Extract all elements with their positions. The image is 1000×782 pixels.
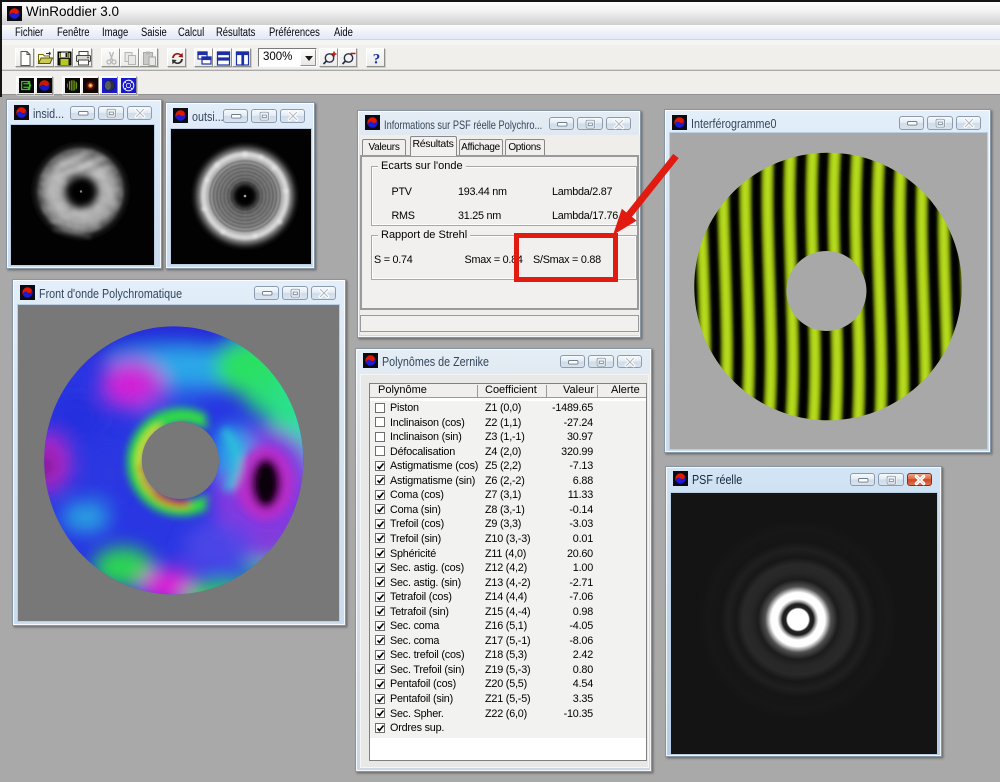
svg-text:?: ? [373, 51, 381, 67]
